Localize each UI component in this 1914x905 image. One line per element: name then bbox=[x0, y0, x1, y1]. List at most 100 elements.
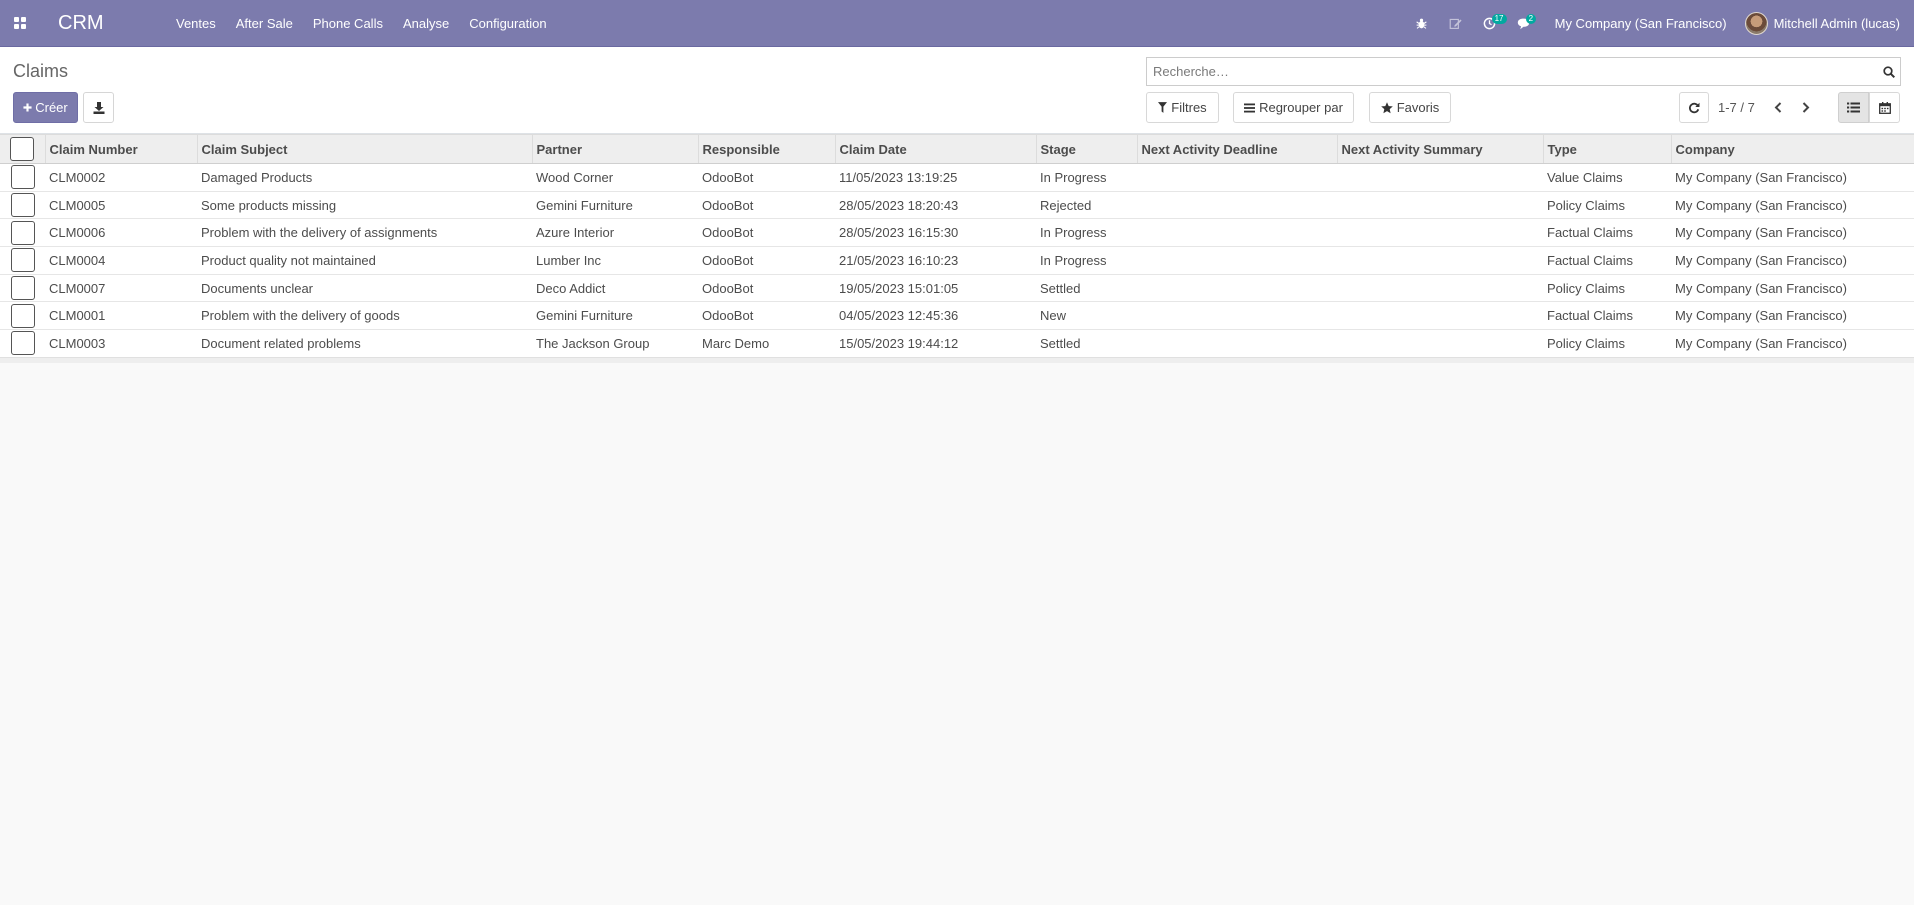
calendar-view-button[interactable] bbox=[1869, 92, 1900, 123]
column-header[interactable]: Responsible bbox=[698, 134, 836, 164]
row-select-cell bbox=[0, 190, 45, 219]
column-header[interactable]: Claim Subject bbox=[197, 134, 533, 164]
table-row[interactable]: CLM0006 Problem with the delivery of ass… bbox=[0, 218, 1914, 247]
row-checkbox[interactable] bbox=[10, 248, 35, 273]
table-cell: OdooBot bbox=[698, 190, 835, 219]
search-input[interactable] bbox=[1147, 58, 1878, 85]
table-header-row: Claim Number Claim Subject Partner Respo… bbox=[0, 134, 1914, 164]
row-select-cell bbox=[0, 164, 45, 192]
table-cell bbox=[1337, 246, 1543, 275]
row-checkbox[interactable] bbox=[10, 165, 35, 190]
bars-icon bbox=[1244, 103, 1256, 112]
user-name: Mitchell Admin (lucas) bbox=[1773, 15, 1900, 31]
row-checkbox[interactable] bbox=[10, 331, 35, 356]
row-checkbox[interactable] bbox=[10, 193, 35, 218]
menu-item-ventes[interactable]: Ventes bbox=[166, 0, 226, 47]
table-row[interactable]: CLM0003 Document related problems The Ja… bbox=[0, 329, 1914, 358]
table-cell: Factual Claims bbox=[1543, 301, 1671, 330]
table-cell: 11/05/2023 13:19:25 bbox=[839, 169, 958, 185]
app-brand[interactable]: CRM bbox=[58, 12, 166, 35]
table-cell: OdooBot bbox=[698, 273, 835, 302]
table-cell: My Company (San Francisco) bbox=[1675, 169, 1847, 185]
search-button[interactable] bbox=[1878, 58, 1900, 85]
export-button[interactable] bbox=[83, 92, 114, 123]
table-cell: Wood Corner bbox=[536, 169, 614, 185]
column-header[interactable]: Next Activity Deadline bbox=[1137, 134, 1338, 164]
table-row[interactable]: CLM0004 Product quality not maintained L… bbox=[0, 246, 1914, 275]
pager-value[interactable]: 1-7 / 7 bbox=[1718, 100, 1755, 115]
table-cell: CLM0002 bbox=[49, 169, 106, 185]
column-header[interactable]: Next Activity Summary bbox=[1337, 134, 1544, 164]
table-cell bbox=[1337, 301, 1543, 330]
table-cell bbox=[1137, 246, 1337, 275]
apps-menu-button[interactable] bbox=[0, 0, 40, 47]
table-footer bbox=[0, 356, 1914, 364]
table-footer-row bbox=[0, 356, 1914, 364]
list-icon bbox=[1847, 102, 1860, 113]
table-cell: Value Claims bbox=[1547, 169, 1623, 185]
messages-button[interactable]: 2 bbox=[1507, 0, 1541, 47]
table-cell: Rejected bbox=[1036, 190, 1137, 219]
favorites-button[interactable]: Favoris bbox=[1369, 92, 1451, 123]
table-cell: 28/05/2023 16:15:30 bbox=[835, 218, 1036, 247]
row-checkbox[interactable] bbox=[10, 276, 35, 301]
table-cell: 19/05/2023 15:01:05 bbox=[835, 273, 1036, 302]
download-icon bbox=[93, 101, 104, 114]
apps-icon bbox=[14, 17, 26, 29]
table-cell: Settled bbox=[1036, 273, 1137, 302]
edit-button[interactable] bbox=[1439, 0, 1473, 47]
debug-menu-button[interactable] bbox=[1405, 0, 1439, 47]
table-cell: Factual Claims bbox=[1543, 246, 1671, 275]
refresh-icon bbox=[1689, 102, 1700, 113]
table-cell bbox=[1137, 301, 1337, 330]
systray: 17 2 My Company (San Francisco) Mitchell… bbox=[1405, 0, 1914, 47]
column-header[interactable]: Partner bbox=[532, 134, 699, 164]
main-menu: Ventes After Sale Phone Calls Analyse Co… bbox=[166, 0, 557, 47]
table-cell bbox=[1337, 164, 1543, 192]
menu-item-after-sale[interactable]: After Sale bbox=[226, 0, 303, 47]
control-panel: Claims Créer Filtres Regrouper par Favor… bbox=[0, 47, 1914, 134]
menu-item-analyse[interactable]: Analyse bbox=[393, 0, 459, 47]
table-cell: My Company (San Francisco) bbox=[1671, 301, 1914, 330]
reload-button[interactable] bbox=[1679, 92, 1709, 123]
table-cell: Lumber Inc bbox=[532, 246, 698, 275]
list-view-button[interactable] bbox=[1838, 92, 1869, 123]
column-header[interactable]: Company bbox=[1671, 134, 1914, 164]
table-cell: CLM0005 bbox=[45, 190, 197, 219]
user-menu[interactable]: Mitchell Admin (lucas) bbox=[1744, 11, 1914, 35]
table-cell: Deco Addict bbox=[532, 273, 698, 302]
select-all-checkbox[interactable] bbox=[10, 137, 35, 161]
calendar-icon bbox=[1878, 101, 1891, 114]
row-select-cell bbox=[0, 329, 45, 358]
claims-list: Claim Number Claim Subject Partner Respo… bbox=[0, 134, 1914, 364]
pager-previous-button[interactable] bbox=[1771, 100, 1785, 114]
filters-button[interactable]: Filtres bbox=[1146, 92, 1219, 123]
table-cell: Azure Interior bbox=[532, 218, 698, 247]
create-button[interactable]: Créer bbox=[13, 92, 78, 123]
table-cell bbox=[1137, 164, 1337, 192]
column-header[interactable]: Type bbox=[1543, 134, 1672, 164]
column-header[interactable]: Claim Date bbox=[835, 134, 1037, 164]
table-row[interactable]: CLM0002 Damaged Products Wood Corner Odo… bbox=[0, 164, 1914, 192]
chevron-right-icon bbox=[1802, 101, 1810, 113]
table-cell: CLM0003 bbox=[45, 329, 197, 358]
menu-item-phone-calls[interactable]: Phone Calls bbox=[303, 0, 393, 47]
table-cell: 15/05/2023 19:44:12 bbox=[835, 329, 1036, 358]
top-navbar: CRM Ventes After Sale Phone Calls Analys… bbox=[0, 0, 1914, 47]
pager-next-button[interactable] bbox=[1799, 100, 1813, 114]
column-header[interactable]: Stage bbox=[1036, 134, 1138, 164]
activity-button[interactable]: 17 bbox=[1473, 0, 1507, 47]
row-checkbox[interactable] bbox=[10, 303, 35, 328]
table-row[interactable]: CLM0005 Some products missing Gemini Fur… bbox=[0, 190, 1914, 219]
table-cell: Some products missing bbox=[197, 190, 532, 219]
table-row[interactable]: CLM0007 Documents unclear Deco Addict Od… bbox=[0, 273, 1914, 302]
menu-item-configuration[interactable]: Configuration bbox=[459, 0, 556, 47]
table-cell bbox=[1337, 190, 1543, 219]
table-row[interactable]: CLM0001 Problem with the delivery of goo… bbox=[0, 301, 1914, 330]
company-switcher[interactable]: My Company (San Francisco) bbox=[1541, 16, 1745, 31]
group-by-button[interactable]: Regrouper par bbox=[1233, 92, 1354, 123]
create-button-label: Créer bbox=[35, 100, 68, 115]
column-header[interactable]: Claim Number bbox=[45, 134, 198, 164]
table-cell: OdooBot bbox=[698, 301, 835, 330]
row-checkbox[interactable] bbox=[10, 220, 35, 245]
